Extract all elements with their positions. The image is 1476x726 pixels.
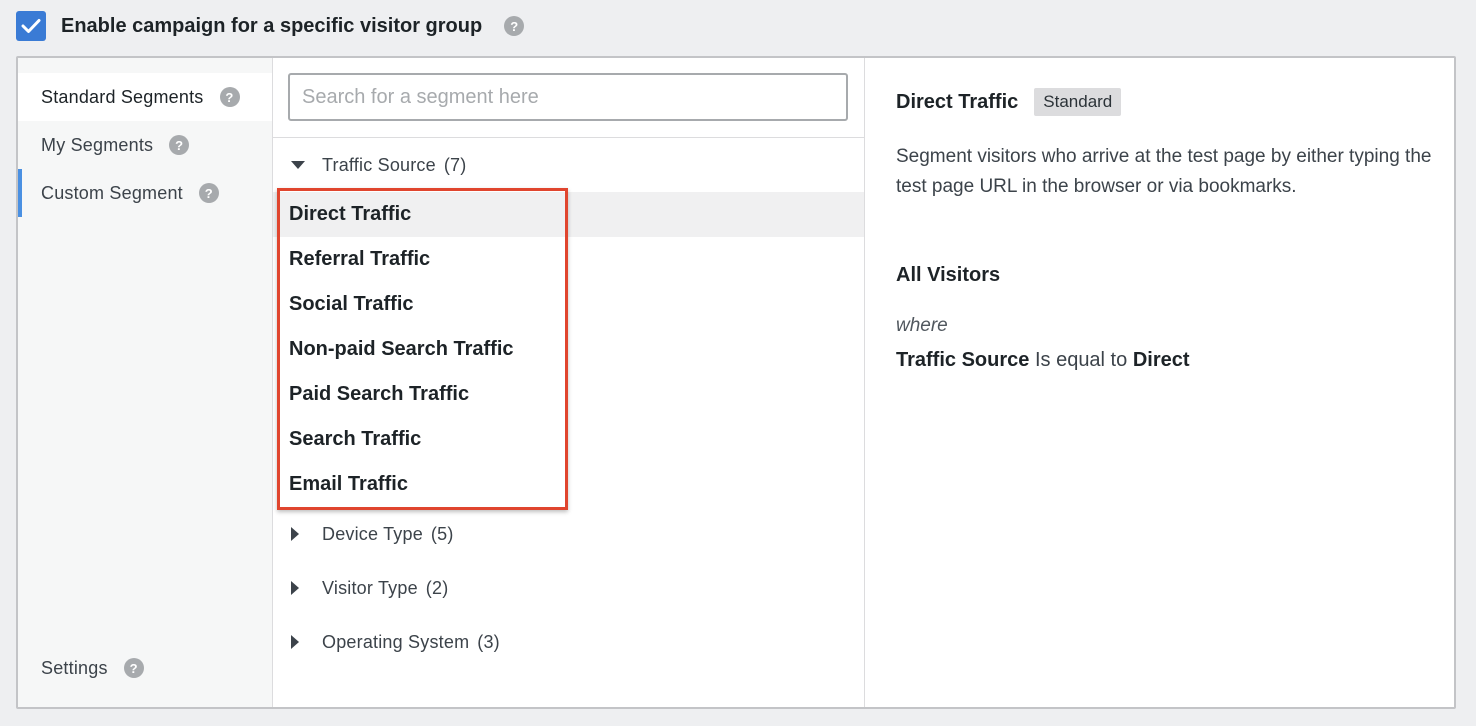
segment-list: Direct Traffic Referral Traffic Social T…	[273, 192, 864, 507]
group-header-visitor-type[interactable]: Visitor Type (2)	[273, 568, 864, 608]
list-item[interactable]: Email Traffic	[273, 462, 864, 507]
detail-where: where	[896, 315, 948, 336]
segment-type-badge: Standard	[1034, 88, 1122, 116]
question-icon[interactable]: ?	[219, 87, 240, 107]
segment-search-input[interactable]	[288, 73, 848, 121]
segment-panel: Standard Segments ? My Segments ? Custom…	[16, 56, 1456, 709]
enable-campaign-row: Enable campaign for a specific visitor g…	[16, 11, 525, 41]
search-container	[273, 58, 864, 138]
question-icon[interactable]: ?	[198, 183, 219, 203]
sidebar-item-label: Settings	[41, 657, 108, 678]
caret-right-icon	[290, 526, 322, 542]
group-header-operating-system[interactable]: Operating System (3)	[273, 622, 864, 662]
question-icon[interactable]: ?	[123, 658, 144, 678]
rule-field: Traffic Source	[896, 349, 1030, 371]
sidebar-item-standard-segments[interactable]: Standard Segments ?	[18, 73, 272, 121]
detail-title: Direct Traffic	[896, 90, 1019, 113]
segment-sidebar: Standard Segments ? My Segments ? Custom…	[18, 58, 273, 707]
list-item[interactable]: Search Traffic	[273, 417, 864, 462]
group-count: (2)	[425, 577, 449, 598]
list-item[interactable]: Paid Search Traffic	[273, 372, 864, 417]
detail-audience: All Visitors	[896, 264, 1001, 286]
sidebar-item-label: My Segments	[41, 134, 154, 155]
group-header-device-type[interactable]: Device Type (5)	[273, 514, 864, 554]
list-item[interactable]: Non-paid Search Traffic	[273, 327, 864, 372]
caret-right-icon	[290, 580, 322, 596]
group-name: Device Type	[322, 523, 423, 544]
question-icon[interactable]: ?	[169, 135, 190, 155]
enable-campaign-checkbox[interactable]	[16, 11, 46, 41]
sidebar-item-label: Standard Segments	[41, 86, 204, 107]
rule-value: Direct	[1132, 349, 1190, 371]
checkmark-icon	[21, 19, 41, 33]
group-name: Visitor Type	[322, 577, 418, 598]
sidebar-item-settings[interactable]: Settings ?	[18, 644, 272, 692]
detail-rule: Traffic Source Is equal to Direct	[896, 349, 1190, 372]
sidebar-item-custom-segment[interactable]: Custom Segment ?	[18, 169, 272, 217]
group-name: Operating System	[322, 631, 470, 652]
group-count: (7)	[443, 154, 467, 175]
segment-detail: Direct Traffic Standard Segment visitors…	[866, 58, 1454, 707]
segment-list-column: Traffic Source (7) Direct Traffic Referr…	[273, 58, 865, 707]
group-header-traffic-source[interactable]: Traffic Source (7)	[273, 145, 864, 185]
list-item[interactable]: Social Traffic	[273, 282, 864, 327]
sidebar-item-my-segments[interactable]: My Segments ?	[18, 121, 272, 169]
group-count: (5)	[430, 523, 454, 544]
caret-right-icon	[290, 634, 322, 650]
enable-campaign-label[interactable]: Enable campaign for a specific visitor g…	[61, 15, 482, 38]
sidebar-item-label: Custom Segment	[41, 182, 183, 203]
detail-description: Segment visitors who arrive at the test …	[896, 146, 1432, 197]
question-icon[interactable]: ?	[504, 16, 525, 36]
rule-operator: Is equal to	[1034, 349, 1128, 371]
group-name: Traffic Source	[322, 154, 436, 175]
list-item[interactable]: Referral Traffic	[273, 237, 864, 282]
detail-header: Direct Traffic Standard	[896, 88, 1122, 116]
caret-down-icon	[290, 160, 322, 170]
group-count: (3)	[477, 631, 500, 652]
list-item[interactable]: Direct Traffic	[273, 192, 864, 237]
